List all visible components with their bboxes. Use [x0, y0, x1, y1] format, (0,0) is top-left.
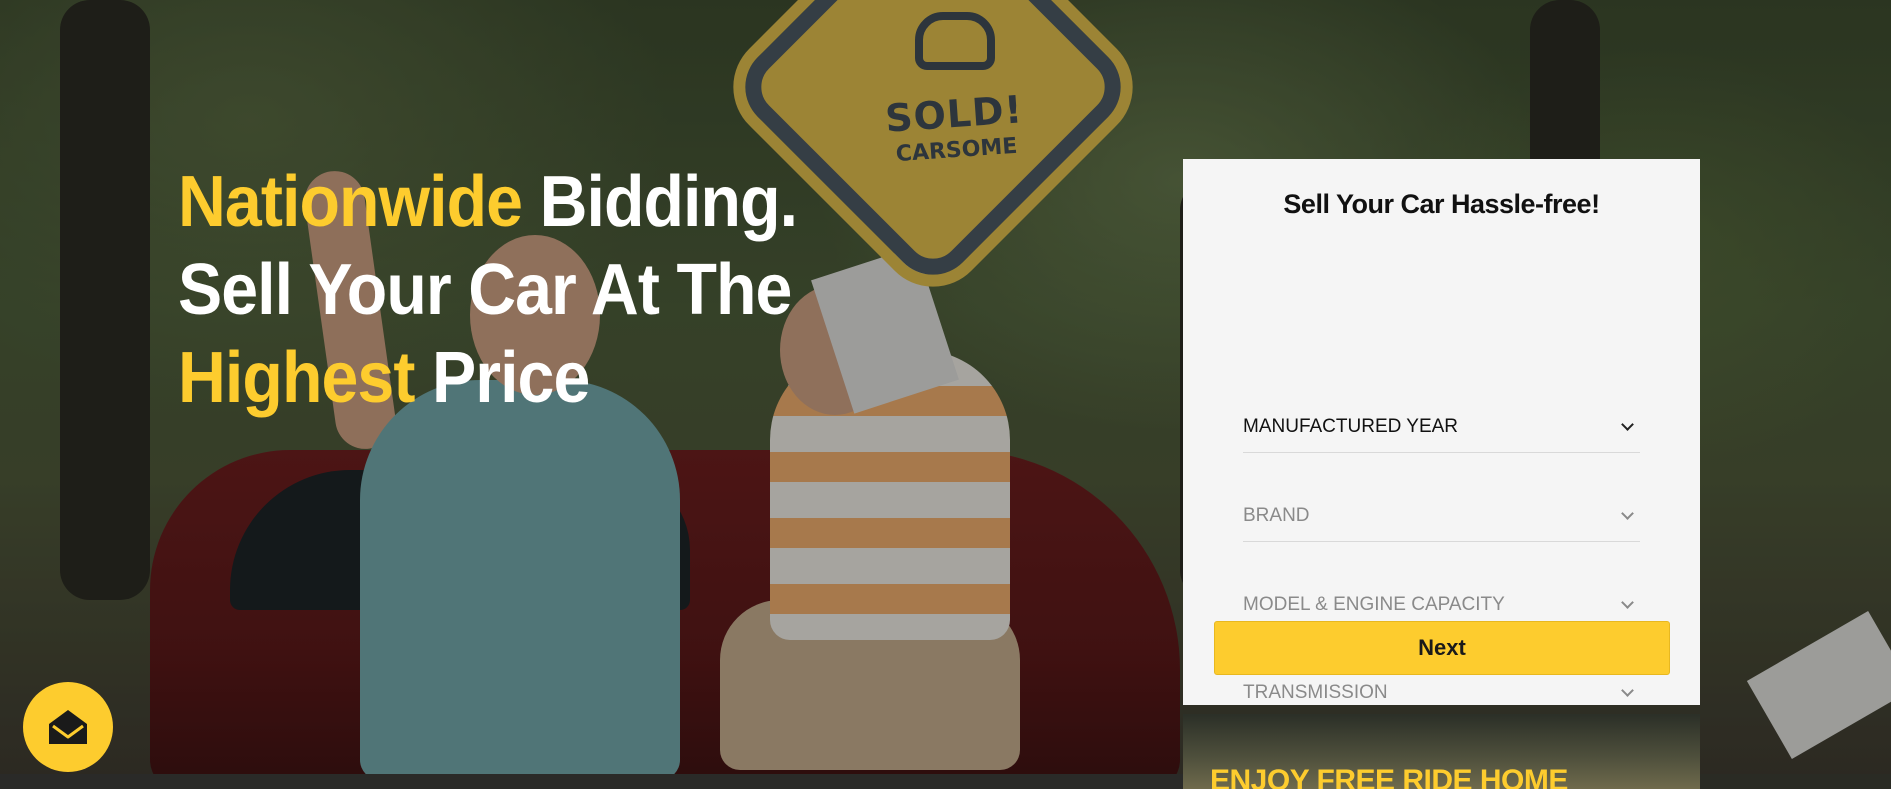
headline-line-2: Sell Your Car At The [178, 250, 792, 330]
chevron-down-icon [1621, 596, 1634, 609]
headline-text: Price [414, 338, 590, 418]
chevron-down-icon [1621, 507, 1634, 520]
form-title: Sell Your Car Hassle-free! [1283, 189, 1600, 219]
field-label: BRAND [1243, 505, 1310, 526]
headline-line-3: Highest Price [178, 334, 797, 422]
mail-icon [49, 710, 87, 744]
headline-accent: Nationwide [178, 162, 523, 242]
chevron-down-icon [1621, 684, 1634, 697]
field-label: MANUFACTURED YEAR [1243, 416, 1459, 437]
brand-select[interactable]: BRAND [1243, 482, 1640, 542]
chevron-down-icon [1621, 418, 1634, 431]
contact-mail-button[interactable] [23, 682, 113, 772]
headline-accent: Highest [178, 338, 415, 418]
manufactured-year-select[interactable]: MANUFACTURED YEAR [1243, 393, 1640, 453]
headline-text: Bidding. [522, 162, 798, 242]
next-button[interactable]: Next [1214, 621, 1670, 675]
field-label: MODEL & ENGINE CAPACITY [1243, 594, 1505, 615]
field-label: TRANSMISSION [1243, 682, 1388, 703]
sell-car-form: Sell Your Car Hassle-free! MANUFACTURED … [1183, 159, 1700, 719]
hero-headline: Nationwide Bidding. Sell Your Car At The… [178, 158, 798, 422]
promo-banner[interactable]: ENJOY FREE RIDE HOME [1183, 714, 1700, 789]
headline-line-1: Nationwide Bidding. [178, 158, 798, 246]
promo-text: ENJOY FREE RIDE HOME [1210, 764, 1568, 789]
bottom-strip [0, 774, 1183, 789]
